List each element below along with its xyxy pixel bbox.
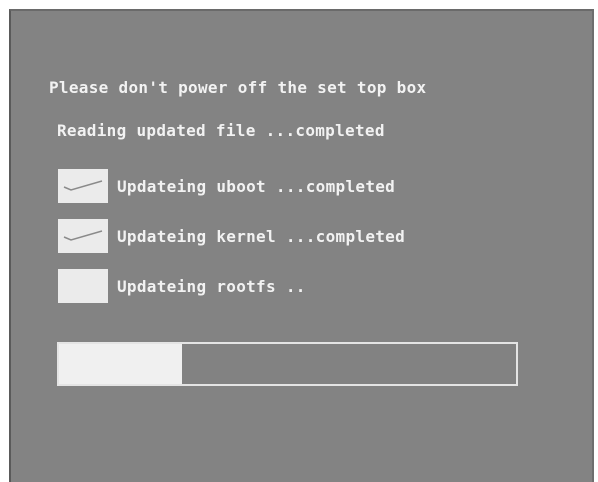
step-uboot-checkbox: [58, 169, 108, 203]
power-warning-text: Please don't power off the set top box: [49, 78, 427, 97]
step-rootfs-label: Updateing rootfs ..: [117, 277, 306, 296]
update-screen: Please don't power off the set top box R…: [9, 9, 594, 482]
step-rootfs-checkbox: [58, 269, 108, 303]
check-icon: [63, 180, 103, 191]
progress-bar-fill: [59, 344, 183, 384]
check-icon: [63, 230, 103, 241]
step-uboot-label: Updateing uboot ...completed: [117, 177, 396, 196]
reading-status-text: Reading updated file ...completed: [57, 121, 385, 140]
step-kernel-label: Updateing kernel ...completed: [117, 227, 406, 246]
step-kernel-checkbox: [58, 219, 108, 253]
progress-bar: [57, 342, 518, 386]
